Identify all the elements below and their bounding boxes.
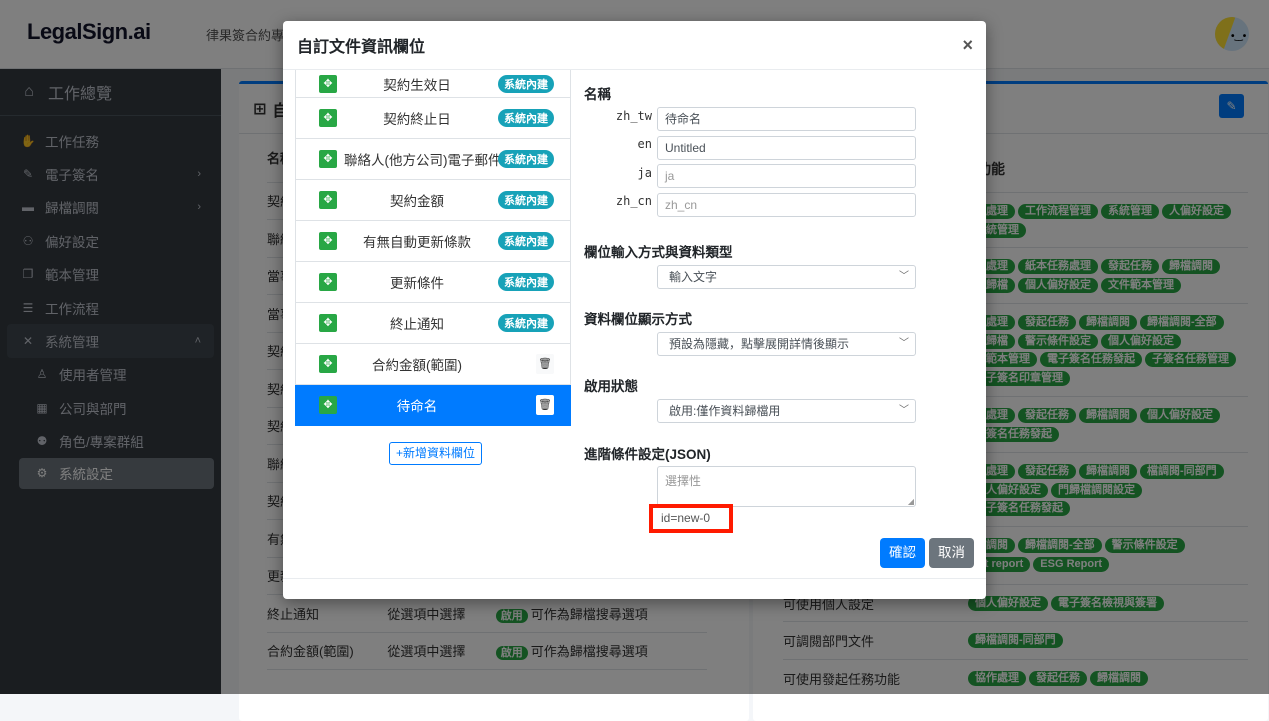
name-en-input[interactable]: Untitled <box>657 136 916 160</box>
field-list-item[interactable]: ✥ 有無自動更新條款 系統內建 <box>295 221 571 262</box>
field-name: 有無自動更新條款 <box>363 235 471 250</box>
input-type-select[interactable]: 輸入文字 ﹀ <box>657 265 916 289</box>
chevron-down-icon: ﹀ <box>899 271 909 282</box>
drag-handle-icon[interactable]: ✥ <box>319 232 337 250</box>
lang-label-ja: ja <box>637 166 652 180</box>
display-section-title: 資料欄位顯示方式 <box>584 312 692 327</box>
drag-handle-icon[interactable]: ✥ <box>319 74 337 93</box>
field-list-item[interactable]: ✥ 契約終止日 系統內建 <box>295 98 571 139</box>
close-icon[interactable]: × <box>962 35 973 56</box>
trash-icon[interactable]: 🗑 <box>536 395 554 415</box>
field-name: 契約金額 <box>390 194 444 209</box>
builtin-badge: 系統內建 <box>498 273 554 291</box>
add-field-button[interactable]: +新增資料欄位 <box>389 442 483 465</box>
input-type-section-title: 欄位輸入方式與資料類型 <box>584 245 733 260</box>
trash-icon[interactable]: 🗑 <box>536 354 554 374</box>
lang-label-zh-cn: zh_cn <box>615 194 652 208</box>
field-list-item[interactable]: ✥ 契約金額 系統內建 <box>295 180 571 221</box>
status-section-title: 啟用狀態 <box>584 379 638 394</box>
field-list-item[interactable]: ✥ 待命名 🗑 <box>295 385 571 426</box>
field-name: 更新條件 <box>390 276 444 291</box>
field-name: 聯絡人(他方公司)電子郵件 <box>344 153 502 168</box>
lang-label-en: en <box>637 137 652 151</box>
field-name: 合約金額(範圍) <box>372 358 462 373</box>
field-id-label: id=new-0 <box>649 504 733 533</box>
chevron-down-icon: ﹀ <box>899 338 909 349</box>
field-list-item[interactable]: ✥ 終止通知 系統內建 <box>295 303 571 344</box>
builtin-badge: 系統內建 <box>498 314 554 332</box>
field-list-item[interactable]: ✥ 契約生效日 系統內建 <box>295 70 571 98</box>
builtin-badge: 系統內建 <box>498 74 554 93</box>
cancel-button[interactable]: 取消 <box>929 538 974 568</box>
drag-handle-icon[interactable]: ✥ <box>319 355 337 373</box>
name-zh-cn-input[interactable]: zh_cn <box>657 193 916 217</box>
drag-handle-icon[interactable]: ✥ <box>319 191 337 209</box>
field-list-item[interactable]: ✥ 合約金額(範圍) 🗑 <box>295 344 571 385</box>
json-conditions-textarea[interactable]: 選擇性 ◢ <box>657 466 916 507</box>
builtin-badge: 系統內建 <box>498 109 554 127</box>
drag-handle-icon[interactable]: ✥ <box>319 150 337 168</box>
drag-handle-icon[interactable]: ✥ <box>319 109 337 127</box>
name-ja-input[interactable]: ja <box>657 164 916 188</box>
selected-value: 預設為隱藏，點擊展開詳情後顯示 <box>669 337 850 351</box>
resize-grip-icon[interactable]: ◢ <box>908 497 914 506</box>
chevron-down-icon: ﹀ <box>899 405 909 416</box>
field-name: 終止通知 <box>390 317 444 332</box>
json-section-title: 進階條件設定(JSON) <box>584 447 711 462</box>
status-select[interactable]: 啟用:僅作資料歸檔用 ﹀ <box>657 399 916 423</box>
modal-header: 自訂文件資訊欄位 × <box>283 21 986 70</box>
drag-handle-icon[interactable]: ✥ <box>319 314 337 332</box>
field-list: ✥ 契約生效日 系統內建 ✥ 契約終止日 系統內建 ✥ 聯絡人(他方公司)電子郵件 系統內建 ✥ 契… <box>295 70 571 456</box>
modal-footer-divider <box>283 578 986 579</box>
textarea-placeholder: 選擇性 <box>665 474 702 488</box>
field-name: 契約生效日 <box>383 77 451 93</box>
custom-fields-modal: 自訂文件資訊欄位 × ✥ 契約生效日 系統內建 ✥ 契約終止日 系統內建 ✥ 聯絡人(他方公司… <box>283 21 986 599</box>
modal-title: 自訂文件資訊欄位 <box>297 39 426 56</box>
builtin-badge: 系統內建 <box>498 150 554 168</box>
field-name: 契約終止日 <box>383 112 451 127</box>
field-list-item[interactable]: ✥ 聯絡人(他方公司)電子郵件 系統內建 <box>295 139 571 180</box>
name-section-title: 名稱 <box>584 87 611 102</box>
name-zh-tw-input[interactable]: 待命名 <box>657 107 916 131</box>
field-name: 待命名 <box>396 399 438 414</box>
confirm-button[interactable]: 確認 <box>880 538 925 568</box>
builtin-badge: 系統內建 <box>498 232 554 250</box>
selected-value: 啟用:僅作資料歸檔用 <box>669 404 781 418</box>
display-mode-select[interactable]: 預設為隱藏，點擊展開詳情後顯示 ﹀ <box>657 332 916 356</box>
lang-label-zh-tw: zh_tw <box>615 109 652 123</box>
builtin-badge: 系統內建 <box>498 191 554 209</box>
drag-handle-icon[interactable]: ✥ <box>319 396 337 414</box>
selected-value: 輸入文字 <box>669 270 718 284</box>
field-list-item[interactable]: ✥ 更新條件 系統內建 <box>295 262 571 303</box>
drag-handle-icon[interactable]: ✥ <box>319 273 337 291</box>
